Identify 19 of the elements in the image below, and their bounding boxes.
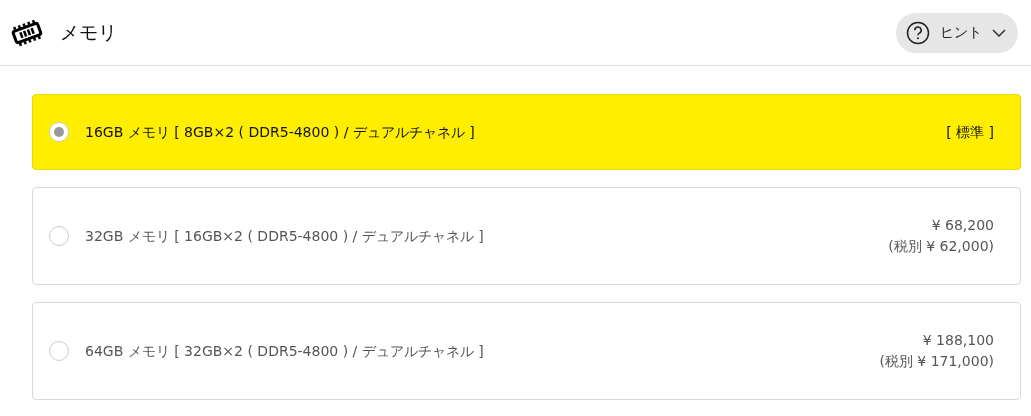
memory-chip-icon	[10, 18, 44, 47]
radio-button[interactable]	[49, 226, 69, 246]
price-text: [ 標準 ]	[946, 122, 994, 142]
price-text: ¥ 68,200	[930, 216, 994, 235]
option-label: 16GB メモリ [ 8GB×2 ( DDR5-4800 ) / デュアルチャネル ]	[85, 122, 475, 142]
price-text: (税別 ¥ 62,000)	[888, 237, 994, 256]
radio-button[interactable]	[49, 341, 69, 361]
chevron-down-icon	[992, 28, 1006, 37]
option-label: 64GB メモリ [ 32GB×2 ( DDR5-4800 ) / デュアルチャネル ]	[85, 341, 484, 361]
price-text: (税別 ¥ 171,000)	[879, 352, 994, 371]
option-label: 32GB メモリ [ 16GB×2 ( DDR5-4800 ) / デュアルチャネル ]	[85, 226, 484, 246]
help-icon	[906, 20, 930, 45]
radio-button[interactable]	[49, 122, 69, 142]
price-text: ¥ 188,100	[921, 331, 994, 350]
memory-option[interactable]: 32GB メモリ [ 16GB×2 ( DDR5-4800 ) / デュアルチャネル ] ¥ 68,200 (税別 ¥ 62,000)	[32, 187, 1021, 285]
hint-button[interactable]: ヒント	[896, 12, 1018, 53]
memory-option[interactable]: 64GB メモリ [ 32GB×2 ( DDR5-4800 ) / デュアルチャネル ] ¥ 188,100 (税別 ¥ 171,000)	[32, 302, 1021, 400]
page-title: メモリ	[60, 20, 117, 46]
memory-option[interactable]: 16GB メモリ [ 8GB×2 ( DDR5-4800 ) / デュアルチャネル ] [ 標準 ]	[32, 94, 1021, 170]
